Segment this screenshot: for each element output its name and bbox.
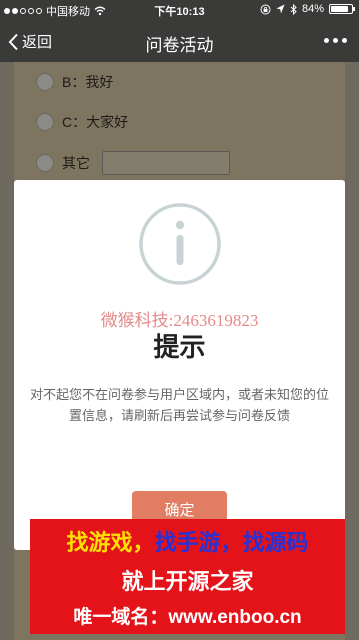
location-arrow-icon xyxy=(276,4,285,14)
dialog-title: 提示 xyxy=(153,332,206,362)
nav-bar: 返回 问卷活动 xyxy=(0,20,359,62)
banner-text-mobile-games: 找手游， xyxy=(154,530,243,555)
radio-button[interactable] xyxy=(36,113,54,131)
banner-line-2: 就上开源之家 xyxy=(121,569,254,594)
status-right: 84% xyxy=(260,3,355,15)
dialog-message: 对不起您不在问卷参与用户区域内，或者未知您的位置信息，请刷新后再尝试参与问卷反馈 xyxy=(29,387,329,423)
radio-button[interactable] xyxy=(36,73,54,91)
option-label: 其它 xyxy=(62,155,90,171)
option-label: C：大家好 xyxy=(62,114,129,130)
page-title: 问卷活动 xyxy=(145,36,214,55)
info-icon xyxy=(139,203,221,285)
banner-text-games: 找游戏， xyxy=(66,530,155,555)
battery-icon xyxy=(329,4,355,14)
banner-domain: 唯一域名：www.enboo.cn xyxy=(73,607,302,628)
radio-button[interactable] xyxy=(36,154,54,172)
bluetooth-icon xyxy=(290,3,297,15)
ad-banner[interactable]: 找游戏，找手游，找源码 就上开源之家 唯一域名：www.enboo.cn xyxy=(30,519,345,634)
option-b[interactable]: B：我好 xyxy=(36,72,113,92)
banner-line-1: 找游戏，找手游，找源码 xyxy=(30,525,345,557)
option-other[interactable]: 其它 xyxy=(36,151,230,175)
battery-percent: 84% xyxy=(301,3,324,15)
other-input[interactable] xyxy=(102,151,230,175)
more-dots-icon[interactable] xyxy=(324,38,347,43)
option-c[interactable]: C：大家好 xyxy=(36,112,128,132)
alert-dialog: 微猴科技:2463619823 提示 对不起您不在问卷参与用户区域内，或者未知您… xyxy=(14,180,345,550)
option-label: B：我好 xyxy=(62,74,114,90)
lock-rotation-icon xyxy=(260,4,271,14)
banner-text-source-code: 找源码 xyxy=(242,530,309,555)
status-bar: 中国移动 下午10:13 84% xyxy=(0,0,359,20)
battery-level xyxy=(331,6,348,12)
